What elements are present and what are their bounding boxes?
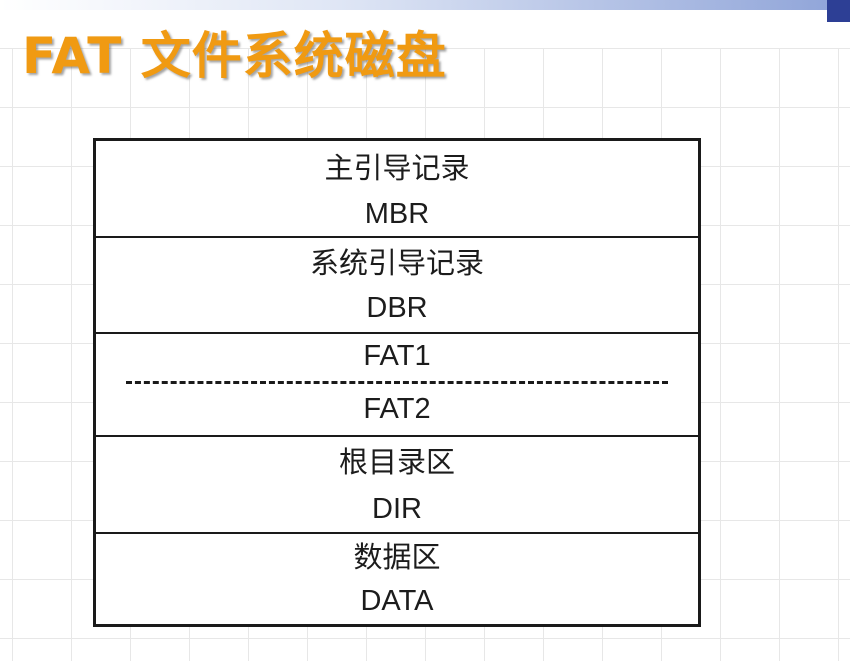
mbr-block: 主引导记录 MBR xyxy=(96,141,698,238)
root-directory-block: 根目录区 DIR xyxy=(96,437,698,534)
root-directory-name: 根目录区 xyxy=(338,447,455,479)
fat-block: FAT1 FAT2 xyxy=(96,334,698,437)
slide-title: FAT 文件系统磁盘 xyxy=(22,27,447,85)
fat2-label: FAT2 xyxy=(363,393,431,425)
slide-top-bar xyxy=(0,0,850,10)
slide-corner-decoration xyxy=(827,0,850,22)
fat-separator-dashed-line xyxy=(126,381,668,384)
fat1-label: FAT1 xyxy=(363,340,431,372)
data-area-block: 数据区 DATA xyxy=(96,534,698,624)
dbr-block-name: 系统引导记录 xyxy=(309,248,484,280)
root-directory-code: DIR xyxy=(372,493,422,525)
mbr-block-code: MBR xyxy=(364,198,430,230)
mbr-block-name: 主引导记录 xyxy=(324,153,470,185)
dbr-block-code: DBR xyxy=(366,292,428,324)
fat-disk-layout-diagram: 主引导记录 MBR 系统引导记录 DBR FAT1 FAT2 根目录区 DIR … xyxy=(93,138,701,627)
data-area-code: DATA xyxy=(360,585,434,617)
data-area-name: 数据区 xyxy=(353,542,441,574)
dbr-block: 系统引导记录 DBR xyxy=(96,238,698,334)
